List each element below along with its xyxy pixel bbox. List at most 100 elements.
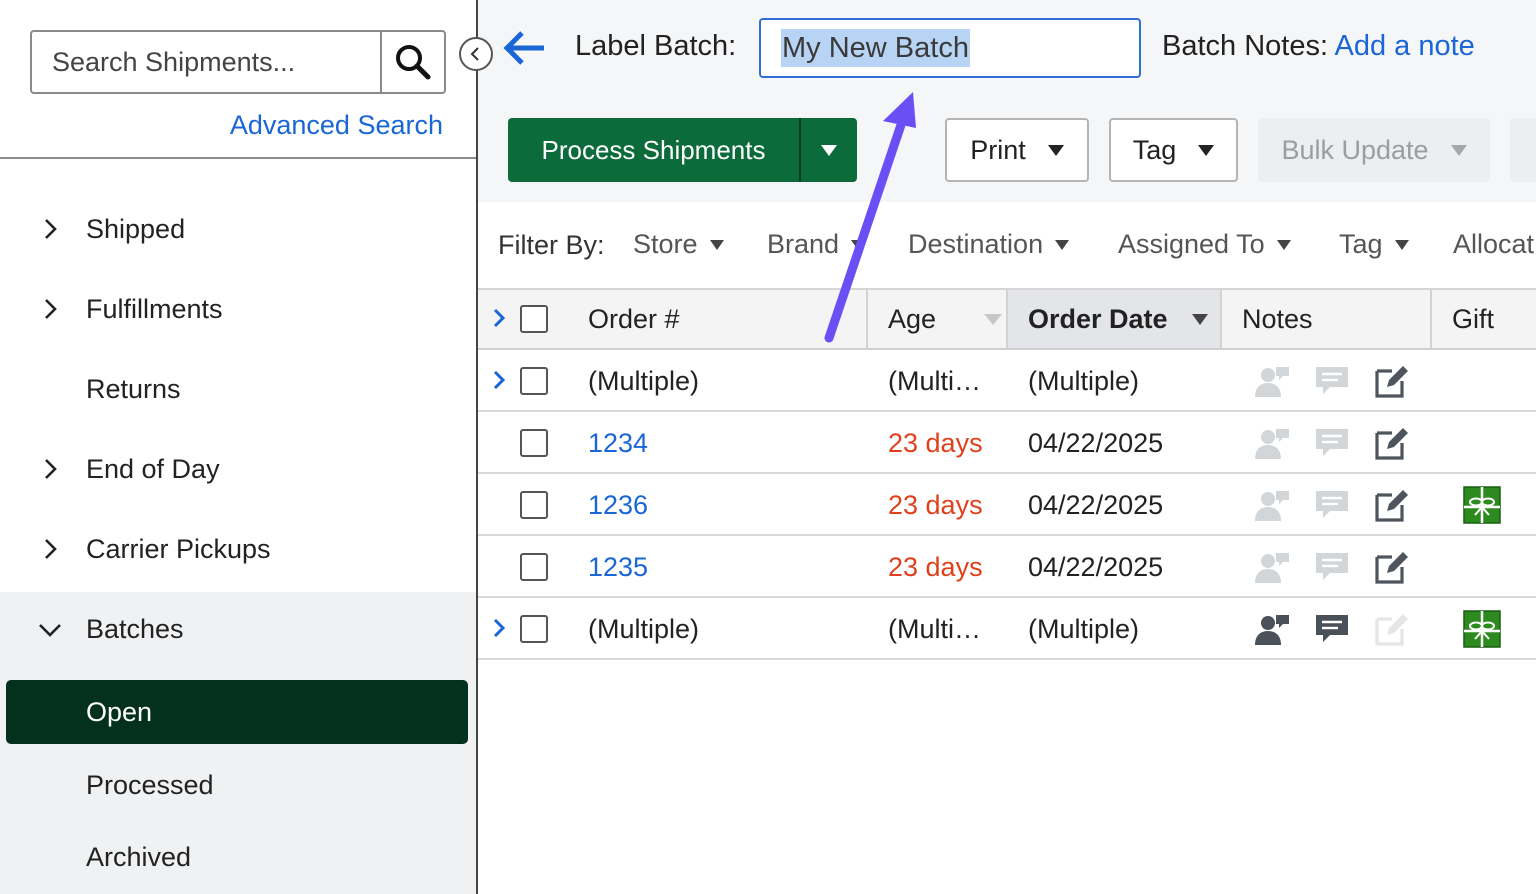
chevron-left-icon [470, 47, 479, 61]
row-expand-icon[interactable] [490, 617, 508, 639]
order-date: 04/22/2025 [1028, 427, 1164, 458]
column-label: Age [888, 303, 937, 334]
row-checkbox[interactable] [520, 367, 548, 395]
order-number[interactable]: 1236 [588, 474, 648, 536]
chevron-right-icon [45, 539, 57, 559]
order-number: (Multiple) [588, 365, 700, 396]
customer-note-icon[interactable] [1312, 609, 1352, 649]
sidebar: Advanced Search Shipped Fulfillments Ret… [0, 0, 476, 894]
order-age: 23 days [888, 427, 983, 458]
column-notes[interactable]: Notes [1242, 288, 1313, 350]
internal-note-icon[interactable] [1252, 547, 1292, 587]
sidebar-divider [0, 157, 476, 159]
order-age: 23 days [888, 551, 983, 582]
column-separator[interactable] [1430, 288, 1432, 350]
column-gift[interactable]: Gift [1452, 288, 1494, 350]
customer-note-icon[interactable] [1312, 485, 1352, 525]
batch-name-input[interactable]: My New Batch [759, 18, 1141, 78]
chevron-right-icon [45, 299, 57, 319]
caret-down-icon [1055, 239, 1070, 250]
column-label: Order # [588, 303, 680, 334]
order-date: 04/22/2025 [1028, 551, 1164, 582]
expand-all-icon[interactable] [490, 307, 508, 329]
filter-label: Tag [1339, 229, 1383, 259]
sidebar-item-label: Batches [86, 613, 184, 644]
caret-down-icon [1394, 239, 1409, 250]
bulk-update-button[interactable]: Bulk Update [1258, 118, 1490, 182]
row-checkbox[interactable] [520, 429, 548, 457]
filter-assigned-to[interactable]: Assigned To [1118, 229, 1291, 260]
filter-allocation[interactable]: Allocat [1453, 229, 1534, 260]
row-checkbox[interactable] [520, 491, 548, 519]
edit-note-icon[interactable] [1372, 423, 1412, 463]
customer-note-icon[interactable] [1312, 547, 1352, 587]
sidebar-item-processed[interactable]: Processed [0, 749, 476, 821]
filter-tag[interactable]: Tag [1339, 229, 1409, 260]
sidebar-item-fulfillments[interactable]: Fulfillments [0, 273, 476, 345]
sidebar-item-end-of-day[interactable]: End of Day [0, 433, 476, 505]
customer-note-icon[interactable] [1312, 361, 1352, 401]
internal-note-icon[interactable] [1252, 423, 1292, 463]
filter-label: Destination [908, 229, 1044, 259]
sidebar-item-carrier-pickups[interactable]: Carrier Pickups [0, 513, 476, 585]
filter-destination[interactable]: Destination [908, 229, 1070, 260]
more-toolbar-button[interactable] [1510, 118, 1536, 182]
search-input[interactable] [32, 32, 380, 92]
sidebar-item-archived[interactable]: Archived [0, 821, 476, 893]
edit-note-icon[interactable] [1372, 609, 1412, 649]
order-age: 23 days [888, 489, 983, 520]
advanced-search-link[interactable]: Advanced Search [230, 110, 443, 141]
sidebar-item-label: Carrier Pickups [86, 533, 271, 564]
tag-button[interactable]: Tag [1109, 118, 1238, 182]
order-number[interactable]: 1235 [588, 536, 648, 598]
sidebar-item-label: Fulfillments [86, 293, 223, 324]
filter-store[interactable]: Store [633, 229, 724, 260]
search-button[interactable] [380, 32, 444, 92]
filter-label: Store [633, 229, 698, 259]
column-separator[interactable] [866, 288, 868, 350]
search-icon [396, 45, 431, 80]
process-shipments-button[interactable]: Process Shipments [508, 118, 799, 182]
filter-by-label: Filter By: [498, 230, 605, 260]
internal-note-icon[interactable] [1252, 361, 1292, 401]
process-options-dropdown[interactable] [801, 118, 857, 182]
row-expand-icon[interactable] [490, 369, 508, 391]
column-label: Notes [1242, 303, 1313, 334]
sidebar-item-open[interactable]: Open [6, 680, 468, 744]
order-number: (Multiple) [588, 613, 700, 644]
filter-label: Brand [767, 229, 840, 259]
edit-note-icon[interactable] [1372, 361, 1412, 401]
internal-note-icon[interactable] [1252, 485, 1292, 525]
row-checkbox[interactable] [520, 553, 548, 581]
order-age: (Multi… [888, 365, 981, 396]
customer-note-icon[interactable] [1312, 423, 1352, 463]
column-order-date[interactable]: Order Date [1028, 288, 1208, 350]
batch-name-value: My New Batch [781, 29, 970, 67]
back-arrow-icon[interactable] [502, 28, 546, 68]
column-order-number[interactable]: Order # [588, 288, 680, 350]
search-box [30, 30, 446, 94]
sidebar-item-shipped[interactable]: Shipped [0, 193, 476, 265]
filter-label: Allocat [1453, 229, 1535, 259]
chevron-right-icon [45, 219, 57, 239]
chevron-right-icon [45, 459, 57, 479]
print-button[interactable]: Print [945, 118, 1089, 182]
column-separator[interactable] [1220, 288, 1222, 350]
edit-note-icon[interactable] [1372, 547, 1412, 587]
column-separator[interactable] [1006, 288, 1008, 350]
print-label: Print [970, 134, 1026, 165]
select-all-checkbox[interactable] [520, 305, 548, 333]
filter-brand[interactable]: Brand [767, 229, 866, 260]
label-batch-label: Label Batch: [575, 30, 737, 62]
row-checkbox[interactable] [520, 615, 548, 643]
collapse-sidebar-button[interactable] [459, 37, 493, 71]
sidebar-item-label: Returns [86, 373, 181, 404]
sidebar-item-label: Shipped [86, 213, 186, 244]
sidebar-item-batches[interactable]: Batches [0, 593, 476, 665]
column-age[interactable]: Age [888, 288, 1003, 350]
order-number[interactable]: 1234 [588, 412, 648, 474]
sidebar-item-returns[interactable]: Returns [0, 353, 476, 425]
add-note-link[interactable]: Add a note [1335, 30, 1475, 62]
edit-note-icon[interactable] [1372, 485, 1412, 525]
internal-note-icon[interactable] [1252, 609, 1292, 649]
